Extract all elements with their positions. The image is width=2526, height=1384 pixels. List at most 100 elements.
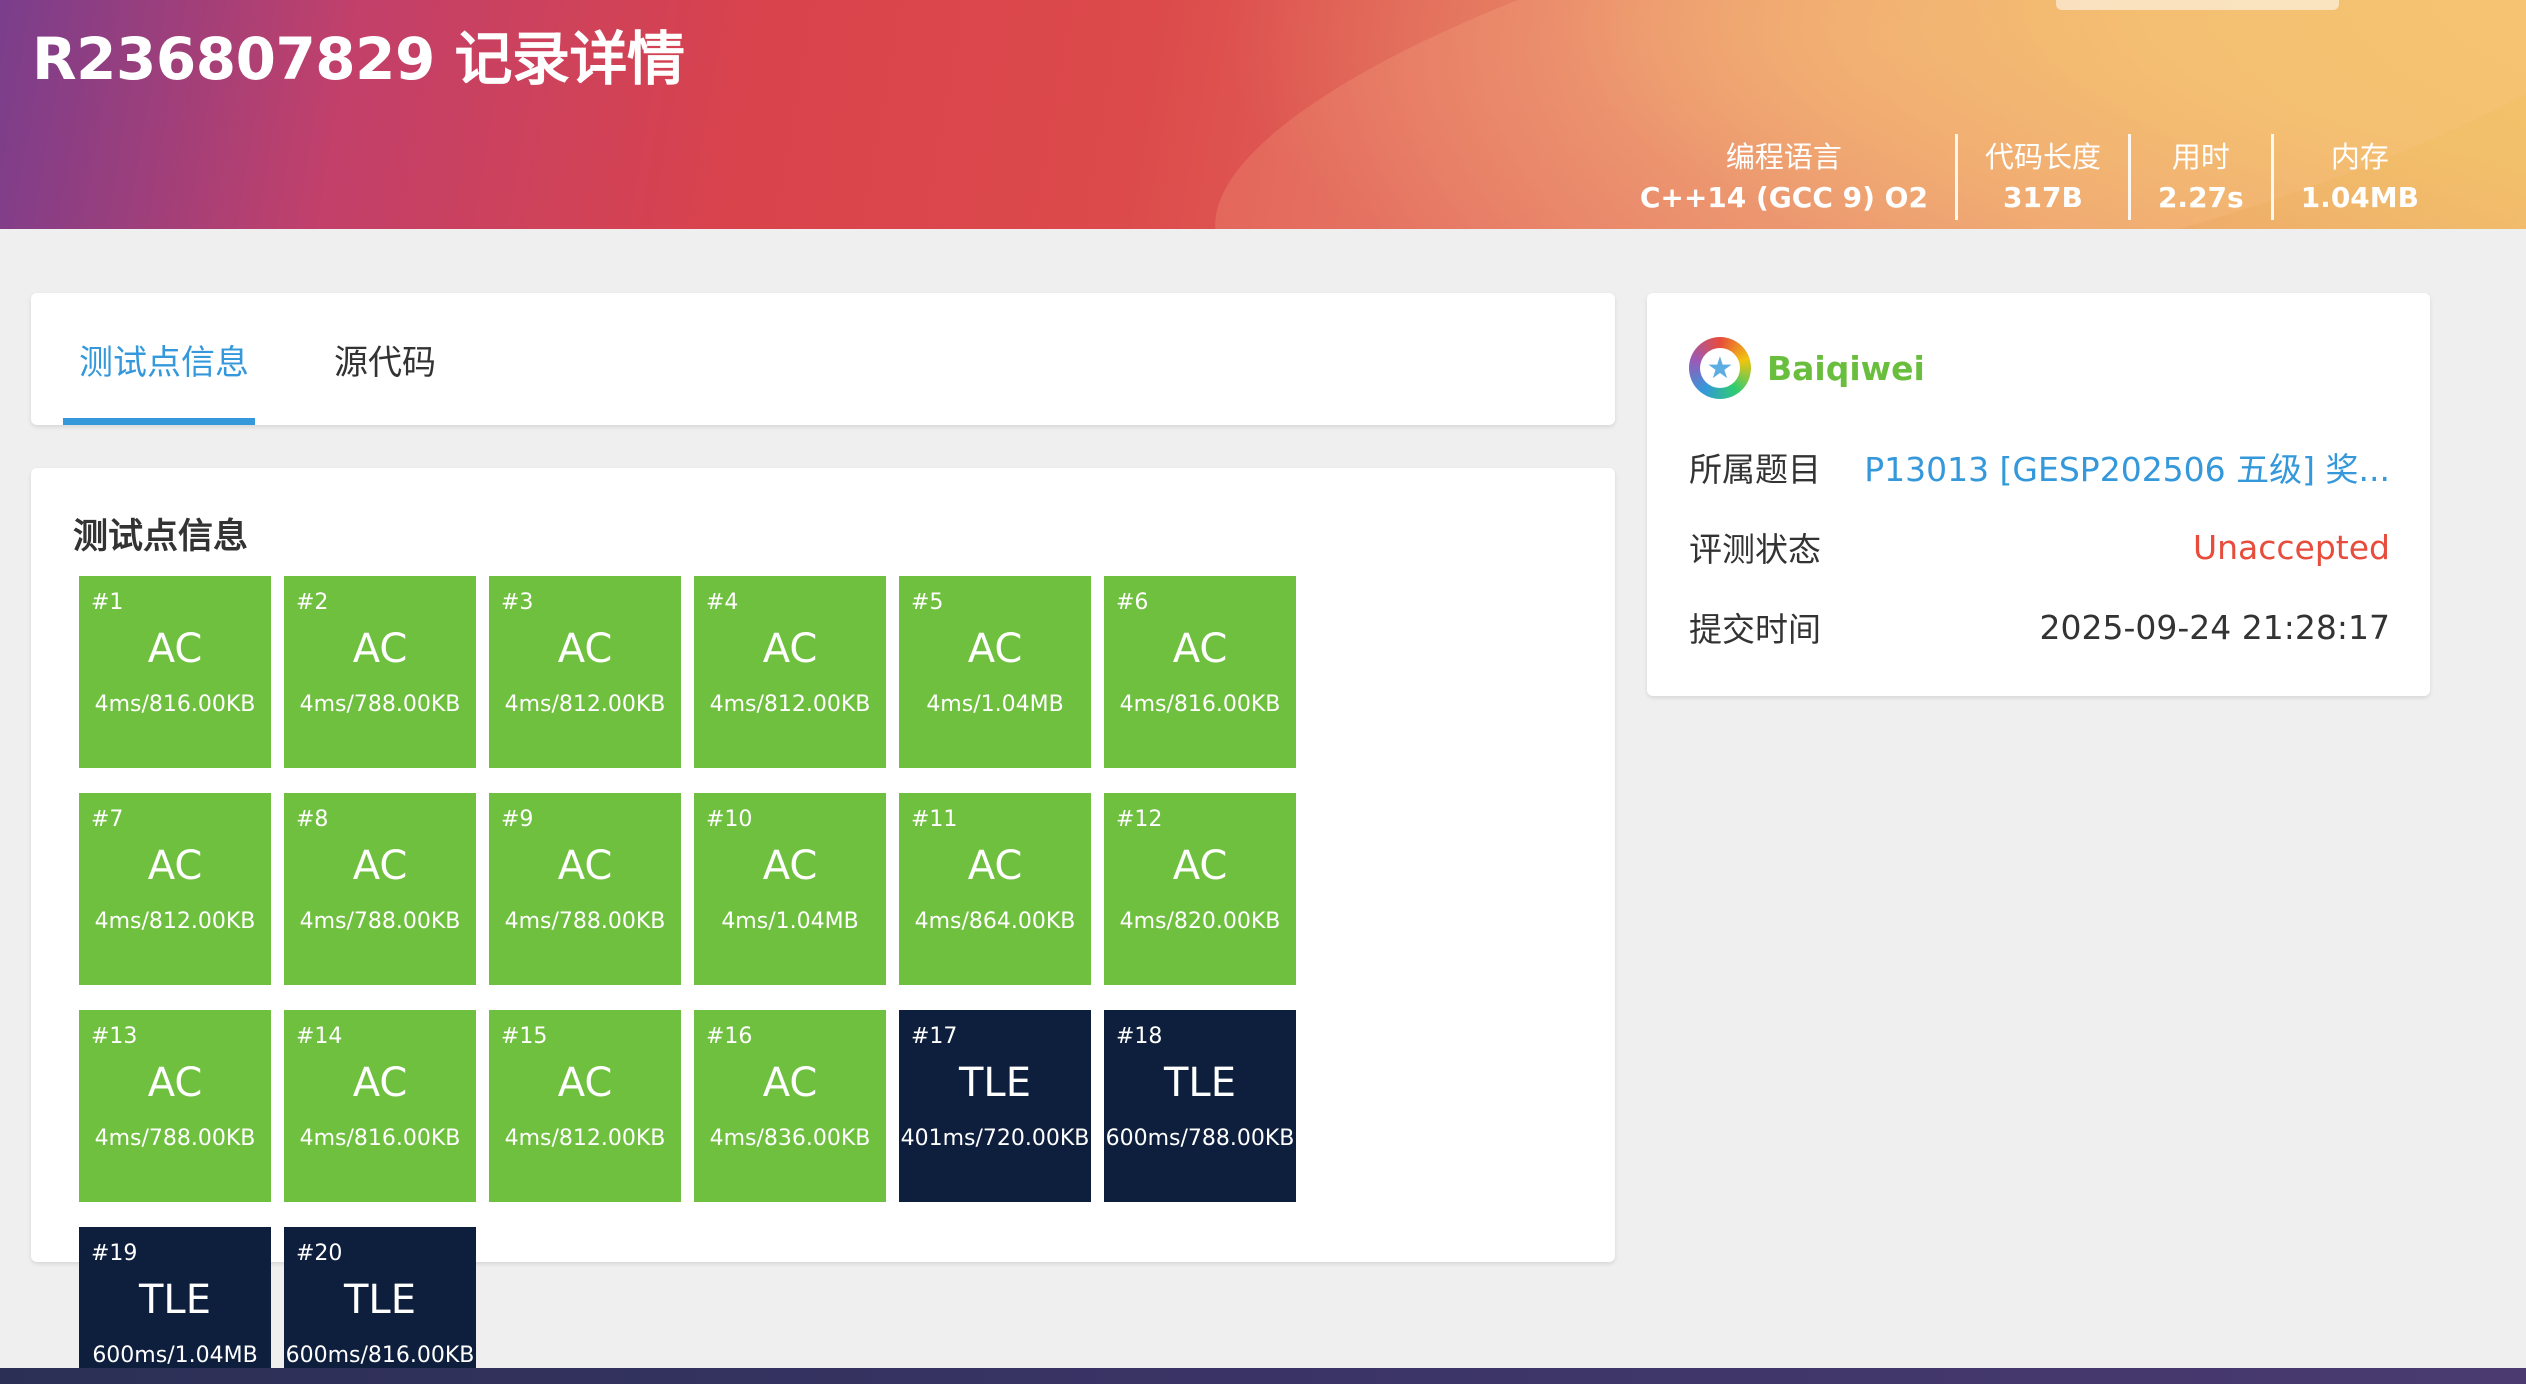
info-label: 所属题目	[1689, 450, 1821, 489]
test-case-detail: 4ms/812.00KB	[504, 1126, 666, 1151]
stat-value: 2.27s	[2157, 181, 2244, 214]
test-case-detail: 4ms/812.00KB	[504, 692, 666, 717]
test-case-tile[interactable]: #3 AC 4ms/812.00KB	[489, 576, 681, 768]
tab-source-code[interactable]: 源代码	[334, 293, 436, 425]
test-case-status: AC	[352, 626, 408, 672]
test-case-id: #9	[501, 807, 534, 832]
info-row-submit-time: 提交时间 2025-09-24 21:28:17	[1689, 603, 2390, 651]
test-case-id: #6	[1116, 590, 1149, 615]
test-case-tile[interactable]: #7 AC 4ms/812.00KB	[79, 793, 271, 985]
test-case-status: AC	[762, 843, 818, 889]
test-case-status: AC	[967, 843, 1023, 889]
test-case-detail: 4ms/788.00KB	[504, 909, 666, 934]
test-case-tile[interactable]: #6 AC 4ms/816.00KB	[1104, 576, 1296, 768]
problem-link[interactable]: P13013 [GESP202506 五级] 奖...	[1864, 443, 2390, 491]
test-case-tile[interactable]: #4 AC 4ms/812.00KB	[694, 576, 886, 768]
submit-time: 2025-09-24 21:28:17	[2039, 607, 2390, 647]
test-case-detail: 4ms/836.00KB	[709, 1126, 871, 1151]
test-case-status: AC	[967, 626, 1023, 672]
avatar[interactable]: ★	[1689, 337, 1751, 399]
test-case-status: AC	[1172, 843, 1228, 889]
test-case-tile[interactable]: #12 AC 4ms/820.00KB	[1104, 793, 1296, 985]
header-search-box[interactable]	[2056, 0, 2339, 10]
test-case-id: #11	[911, 807, 958, 832]
test-case-status: AC	[352, 843, 408, 889]
judge-status: Unaccepted	[2192, 527, 2390, 567]
test-case-detail: 4ms/788.00KB	[299, 692, 461, 717]
stat-value: 317B	[2003, 181, 2083, 214]
test-case-detail: 4ms/812.00KB	[94, 909, 256, 934]
record-stats: 编程语言 C++14 (GCC 9) O2 代码长度 317B 用时 2.27s…	[1613, 134, 2446, 220]
test-case-tile[interactable]: #15 AC 4ms/812.00KB	[489, 1010, 681, 1202]
stat-value: C++14 (GCC 9) O2	[1639, 181, 1928, 214]
test-case-id: #13	[91, 1024, 138, 1049]
test-case-tile[interactable]: #20 TLE 600ms/816.00KB	[284, 1227, 476, 1384]
test-case-tile[interactable]: #13 AC 4ms/788.00KB	[79, 1010, 271, 1202]
info-label: 提交时间	[1689, 610, 1821, 649]
test-case-tile[interactable]: #9 AC 4ms/788.00KB	[489, 793, 681, 985]
test-case-id: #1	[91, 590, 124, 615]
stat-value: 1.04MB	[2300, 181, 2419, 214]
test-case-tile[interactable]: #16 AC 4ms/836.00KB	[694, 1010, 886, 1202]
test-case-detail: 4ms/788.00KB	[299, 909, 461, 934]
test-case-id: #2	[296, 590, 329, 615]
test-case-status: AC	[147, 843, 203, 889]
stat-time: 用时 2.27s	[2127, 134, 2271, 220]
test-case-status: TLE	[959, 1060, 1031, 1106]
test-case-tile[interactable]: #1 AC 4ms/816.00KB	[79, 576, 271, 768]
stat-memory: 内存 1.04MB	[2270, 134, 2446, 220]
test-case-detail: 4ms/816.00KB	[94, 692, 256, 717]
active-tab-indicator	[63, 418, 255, 425]
info-row-problem: 所属题目 P13013 [GESP202506 五级] 奖...	[1689, 443, 2390, 491]
test-case-id: #16	[706, 1024, 753, 1049]
test-case-status: AC	[147, 626, 203, 672]
test-case-id: #3	[501, 590, 534, 615]
test-case-tile[interactable]: #17 TLE 401ms/720.00KB	[899, 1010, 1091, 1202]
test-cases-card: 测试点信息 #1 AC 4ms/816.00KB #2 AC 4ms/788.00KB #3…	[31, 468, 1615, 1384]
test-case-id: #15	[501, 1024, 548, 1049]
stat-code-length: 代码长度 317B	[1954, 134, 2128, 220]
record-info-card: ★ Baiqiwei 所属题目 P13013 [GESP202506 五级] 奖…	[1647, 293, 2430, 696]
test-case-id: #19	[91, 1241, 138, 1266]
stat-label: 编程语言	[1725, 140, 1842, 174]
test-case-grid: #1 AC 4ms/816.00KB #2 AC 4ms/788.00KB #3 AC 4ms/…	[79, 576, 1479, 1384]
test-case-detail: 4ms/1.04MB	[926, 692, 1064, 717]
stat-label: 内存	[2330, 140, 2389, 174]
username-link[interactable]: Baiqiwei	[1767, 349, 1925, 388]
test-case-id: #10	[706, 807, 753, 832]
test-case-detail: 4ms/816.00KB	[1119, 692, 1281, 717]
test-case-detail: 401ms/720.00KB	[900, 1126, 1090, 1151]
test-case-tile[interactable]: #18 TLE 600ms/788.00KB	[1104, 1010, 1296, 1202]
test-case-tile[interactable]: #11 AC 4ms/864.00KB	[899, 793, 1091, 985]
test-case-status: AC	[147, 1060, 203, 1106]
test-case-id: #8	[296, 807, 329, 832]
info-label: 评测状态	[1689, 530, 1821, 569]
tab-test-info[interactable]: 测试点信息	[79, 293, 249, 425]
test-case-id: #12	[1116, 807, 1163, 832]
test-case-detail: 600ms/1.04MB	[92, 1343, 258, 1368]
test-case-detail: 4ms/788.00KB	[94, 1126, 256, 1151]
test-case-status: AC	[762, 626, 818, 672]
test-case-status: AC	[557, 843, 613, 889]
test-case-id: #20	[296, 1241, 343, 1266]
test-case-tile[interactable]: #2 AC 4ms/788.00KB	[284, 576, 476, 768]
test-case-tile[interactable]: #14 AC 4ms/816.00KB	[284, 1010, 476, 1202]
test-case-status: AC	[557, 626, 613, 672]
stat-label: 代码长度	[1984, 140, 2101, 174]
star-avatar-icon: ★	[1700, 348, 1740, 388]
info-row-status: 评测状态 Unaccepted	[1689, 523, 2390, 571]
test-case-tile[interactable]: #10 AC 4ms/1.04MB	[694, 793, 886, 985]
section-title: 测试点信息	[73, 517, 249, 557]
test-case-id: #5	[911, 590, 944, 615]
record-header: R236807829 记录详情 编程语言 C++14 (GCC 9) O2 代码…	[0, 0, 2526, 229]
footer-bar	[0, 1368, 2526, 1384]
test-case-status: AC	[557, 1060, 613, 1106]
test-case-tile[interactable]: #19 TLE 600ms/1.04MB	[79, 1227, 271, 1384]
test-case-tile[interactable]: #8 AC 4ms/788.00KB	[284, 793, 476, 985]
test-case-tile[interactable]: #5 AC 4ms/1.04MB	[899, 576, 1091, 768]
test-case-detail: 600ms/816.00KB	[285, 1343, 475, 1368]
test-case-detail: 4ms/864.00KB	[914, 909, 1076, 934]
test-case-detail: 4ms/820.00KB	[1119, 909, 1281, 934]
test-case-status: TLE	[1164, 1060, 1236, 1106]
test-case-status: TLE	[344, 1277, 416, 1323]
